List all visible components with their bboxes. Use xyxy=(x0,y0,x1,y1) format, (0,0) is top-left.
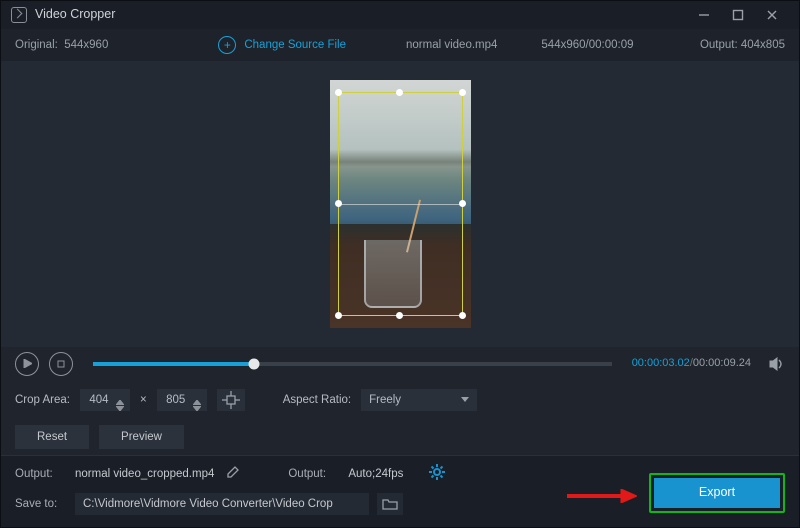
height-down[interactable] xyxy=(193,400,201,406)
width-down[interactable] xyxy=(116,400,124,406)
app-logo-icon xyxy=(11,7,27,23)
change-source-label: Change Source File xyxy=(244,37,346,53)
crop-handle-bl[interactable] xyxy=(335,312,342,319)
change-source-button[interactable]: + Change Source File xyxy=(218,36,346,54)
current-time: 00:00:03.02 xyxy=(632,357,690,369)
crop-height-value: 805 xyxy=(163,392,189,408)
output-filename: normal video_cropped.mp4 xyxy=(75,466,214,482)
crop-guide-line xyxy=(339,204,462,205)
crop-handle-tl[interactable] xyxy=(335,89,342,96)
maximize-button[interactable] xyxy=(721,1,755,29)
aspect-ratio-dropdown[interactable]: Freely xyxy=(361,389,477,411)
aspect-ratio-label: Aspect Ratio: xyxy=(283,392,351,408)
playback-bar: 00:00:03.02/00:00:09.24 xyxy=(1,347,799,381)
preview-pane xyxy=(1,61,799,347)
crop-width-value: 404 xyxy=(86,392,112,408)
output-dimensions: Output: 404x805 xyxy=(700,37,785,53)
preview-button[interactable]: Preview xyxy=(99,425,184,449)
crop-rectangle[interactable] xyxy=(338,92,463,316)
dimension-separator: × xyxy=(140,392,147,408)
crop-handle-tc[interactable] xyxy=(396,89,403,96)
crop-width-input[interactable]: 404 xyxy=(80,389,130,411)
video-frame[interactable] xyxy=(330,80,471,328)
crop-handle-mr[interactable] xyxy=(459,200,466,207)
source-filename: normal video.mp4 xyxy=(406,37,497,53)
app-title: Video Cropper xyxy=(35,6,115,24)
aspect-ratio-value: Freely xyxy=(369,392,401,408)
minimize-button[interactable] xyxy=(687,1,721,29)
save-to-label: Save to: xyxy=(15,496,67,512)
source-meta: 544x960/00:00:09 xyxy=(541,37,633,53)
output-format-value: Auto;24fps xyxy=(348,466,403,482)
center-crop-button[interactable] xyxy=(217,389,245,411)
crop-handle-ml[interactable] xyxy=(335,200,342,207)
format-settings-button[interactable] xyxy=(429,464,445,485)
video-cropper-window: Video Cropper Original: 544x960 + Change… xyxy=(0,0,800,528)
crop-handle-tr[interactable] xyxy=(459,89,466,96)
title-bar: Video Cropper xyxy=(1,1,799,29)
play-button[interactable] xyxy=(15,352,39,376)
output-panel: Output: normal video_cropped.mp4 Output:… xyxy=(1,456,799,527)
plus-circle-icon: + xyxy=(218,36,236,54)
export-button[interactable]: Export xyxy=(654,478,780,508)
chevron-down-icon xyxy=(461,397,469,402)
info-strip: Original: 544x960 + Change Source File n… xyxy=(1,29,799,61)
volume-button[interactable] xyxy=(769,357,785,371)
time-display: 00:00:03.02/00:00:09.24 xyxy=(632,356,751,371)
save-path-dropdown[interactable]: C:\Vidmore\Vidmore Video Converter\Video… xyxy=(75,493,369,515)
close-button[interactable] xyxy=(755,1,789,29)
crop-handle-br[interactable] xyxy=(459,312,466,319)
crop-controls: Crop Area: 404 × 805 Aspect Ratio: xyxy=(1,381,799,419)
open-folder-button[interactable] xyxy=(377,493,403,515)
output-file-label: Output: xyxy=(15,466,67,482)
timeline-knob[interactable] xyxy=(248,358,259,369)
original-dimensions: Original: 544x960 xyxy=(15,37,108,53)
action-row: Reset Preview xyxy=(1,419,799,455)
reset-button[interactable]: Reset xyxy=(15,425,89,449)
timeline-slider[interactable] xyxy=(93,362,612,366)
crop-height-input[interactable]: 805 xyxy=(157,389,207,411)
crop-area-label: Crop Area: xyxy=(15,392,70,408)
stop-button[interactable] xyxy=(49,352,73,376)
timeline-progress xyxy=(93,362,254,366)
export-highlight: Export xyxy=(649,473,785,513)
output-format-label: Output: xyxy=(288,466,340,482)
total-time: 00:00:09.24 xyxy=(693,357,751,369)
crop-handle-bc[interactable] xyxy=(396,312,403,319)
save-path-value: C:\Vidmore\Vidmore Video Converter\Video… xyxy=(83,496,333,512)
rename-button[interactable] xyxy=(226,465,240,484)
